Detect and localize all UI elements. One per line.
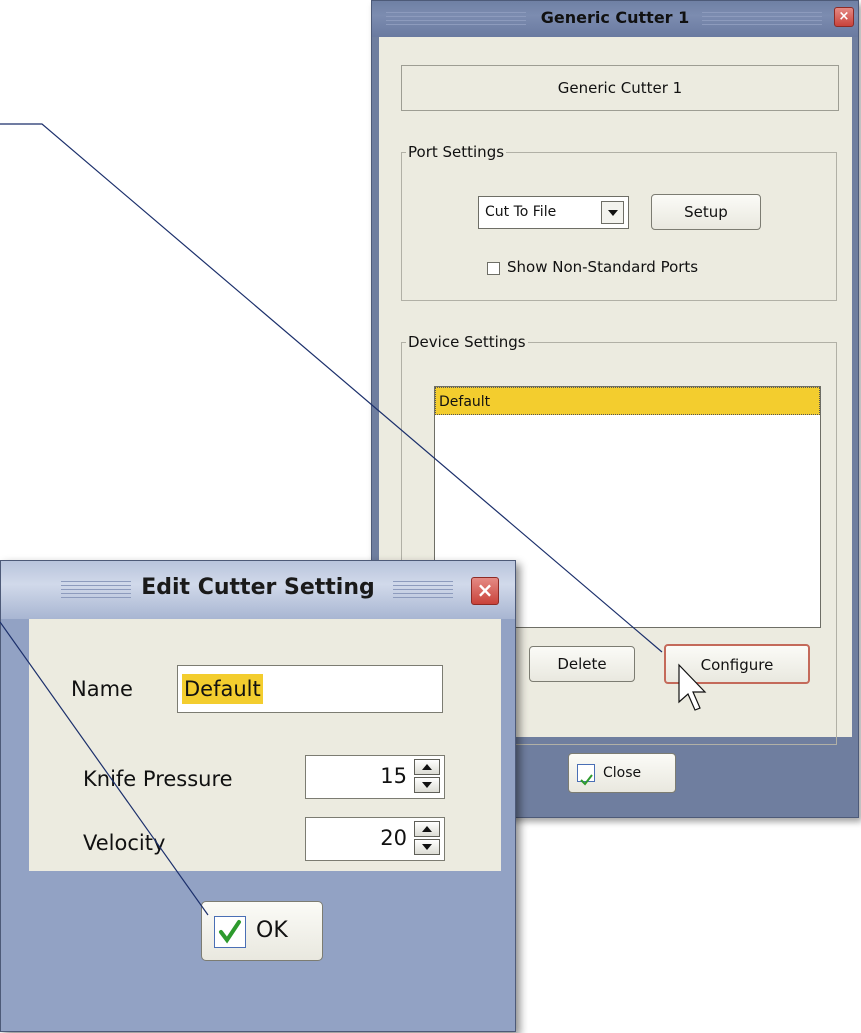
dropdown-arrow-icon[interactable] — [601, 201, 624, 224]
edit-dialog-title: Edit Cutter Setting — [141, 575, 375, 600]
velocity-value: 20 — [380, 826, 407, 850]
close-button[interactable]: Close — [568, 753, 676, 793]
ok-button[interactable]: OK — [201, 901, 323, 961]
velocity-label: Velocity — [83, 831, 166, 855]
device-settings-legend: Device Settings — [408, 333, 526, 351]
port-select[interactable]: Cut To File — [478, 196, 629, 229]
edit-dialog-client: Name Default Knife Pressure 15 Velocity … — [29, 619, 501, 871]
knife-pressure-stepper[interactable]: 15 — [305, 755, 445, 799]
cutter-window-titlebar[interactable]: Generic Cutter 1 × — [372, 1, 858, 37]
port-settings-legend: Port Settings — [408, 143, 505, 161]
name-input-value: Default — [182, 674, 263, 704]
configure-label: Configure — [700, 656, 774, 674]
list-item[interactable]: Default — [435, 387, 820, 415]
edit-cutter-setting-dialog: Edit Cutter Setting × Name Default Knife… — [0, 560, 516, 1032]
checkmark-icon — [214, 916, 246, 948]
knife-pressure-label: Knife Pressure — [83, 767, 233, 791]
delete-button[interactable]: Delete — [529, 646, 635, 682]
ok-button-label: OK — [256, 918, 288, 943]
spin-down-icon[interactable] — [414, 839, 440, 855]
spin-down-icon[interactable] — [414, 777, 440, 793]
close-button-label: Close — [603, 765, 642, 781]
close-icon[interactable]: × — [834, 7, 854, 27]
velocity-stepper[interactable]: 20 — [305, 817, 445, 861]
knife-pressure-value: 15 — [380, 764, 407, 788]
name-label: Name — [71, 677, 133, 701]
show-non-standard-label: Show Non-Standard Ports — [507, 258, 699, 276]
name-input[interactable]: Default — [177, 665, 443, 713]
port-select-value: Cut To File — [485, 204, 557, 220]
configure-button[interactable]: Configure — [664, 644, 810, 684]
spin-up-icon[interactable] — [414, 821, 440, 837]
knife-pressure-spin-buttons — [414, 759, 440, 793]
close-icon[interactable]: × — [471, 577, 499, 605]
spin-up-icon[interactable] — [414, 759, 440, 775]
show-non-standard-checkbox[interactable] — [487, 262, 500, 275]
checkmark-icon — [577, 764, 595, 786]
edit-dialog-titlebar[interactable]: Edit Cutter Setting × — [1, 561, 515, 619]
velocity-spin-buttons — [414, 821, 440, 855]
cutter-window-title: Generic Cutter 1 — [540, 8, 690, 27]
setup-button[interactable]: Setup — [651, 194, 761, 230]
device-name-label: Generic Cutter 1 — [401, 65, 839, 111]
